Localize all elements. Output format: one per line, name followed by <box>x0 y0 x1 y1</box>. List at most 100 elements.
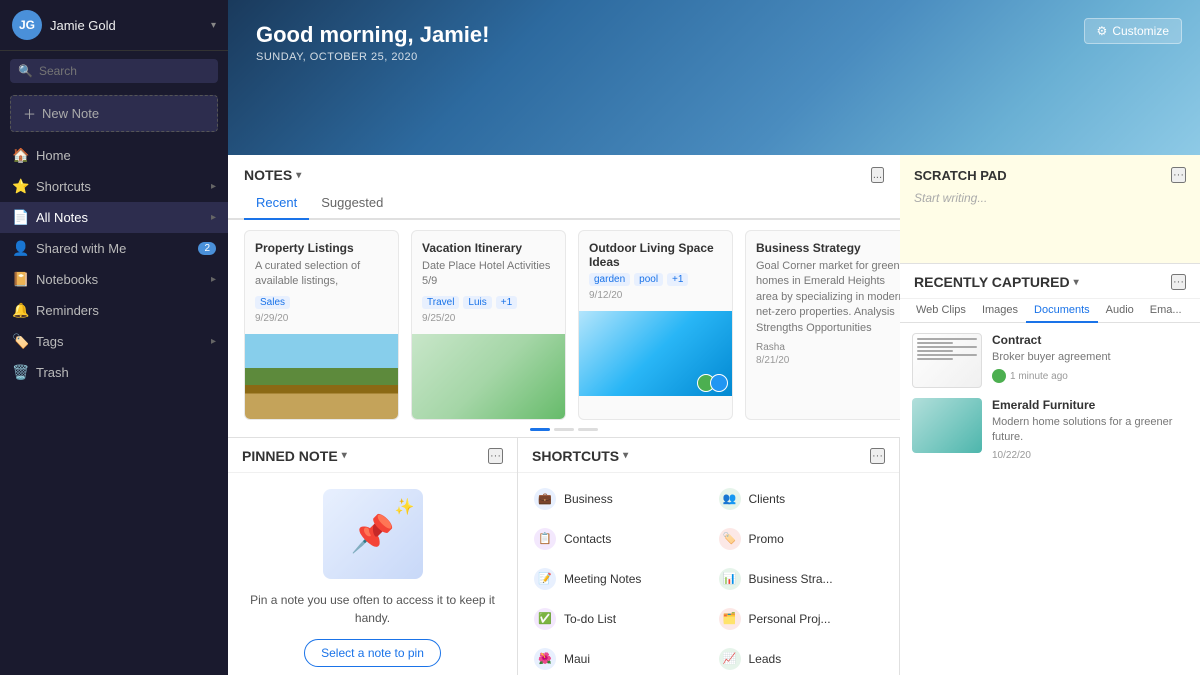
scratch-more-button[interactable]: ··· <box>1171 167 1186 183</box>
shortcut-item[interactable]: 🗂️ Personal Proj... <box>711 601 892 637</box>
business-icon: 💼 <box>534 488 556 510</box>
sidebar-item-trash[interactable]: 🗑️ Trash <box>0 357 228 388</box>
shortcuts-section: SHORTCUTS ▾ ··· 💼 Business 👥 Clients <box>518 438 900 675</box>
shortcut-item[interactable]: 📊 Business Stra... <box>711 561 892 597</box>
shortcut-label: Leads <box>749 652 782 666</box>
tab-images[interactable]: Images <box>974 299 1026 323</box>
notebooks-icon: 📔 <box>12 271 28 288</box>
search-icon: 🔍 <box>18 64 33 78</box>
pinned-note-section: PINNED NOTE ▾ ··· 📌 ✨ Pin a note you use… <box>228 438 518 675</box>
shortcut-label: Promo <box>749 532 784 546</box>
expand-icon: ▸ <box>211 274 216 285</box>
greeting-label: Good morning, Jamie! <box>256 22 489 48</box>
shortcut-item[interactable]: 🏷️ Promo <box>711 521 892 557</box>
tab-documents[interactable]: Documents <box>1026 299 1098 323</box>
image-thumbnail <box>912 398 982 453</box>
avatar <box>992 369 1006 383</box>
recently-captured-title: RECENTLY CAPTURED ▾ <box>914 274 1079 290</box>
plus-icon: ＋ <box>23 104 36 123</box>
sidebar-item-tags[interactable]: 🏷️ Tags ▸ <box>0 326 228 357</box>
list-item[interactable]: Contract Broker buyer agreement 1 minute… <box>912 333 1188 388</box>
sidebar-item-home[interactable]: 🏠 Home <box>0 140 228 171</box>
tab-suggested[interactable]: Suggested <box>309 189 395 220</box>
note-text: Goal Corner market for green homes in Em… <box>756 259 900 336</box>
scratch-body[interactable]: Start writing... <box>914 191 1186 251</box>
note-image <box>579 311 732 396</box>
settings-icon: ⚙ <box>1097 24 1108 38</box>
contacts-icon: 📋 <box>534 528 556 550</box>
item-meta: 10/22/20 <box>992 450 1188 461</box>
promo-icon: 🏷️ <box>719 528 741 550</box>
pinned-more-button[interactable]: ··· <box>488 448 503 464</box>
hero-text: Good morning, Jamie! SUNDAY, OCTOBER 25,… <box>256 22 489 63</box>
main-area: Good morning, Jamie! SUNDAY, OCTOBER 25,… <box>228 0 1200 675</box>
item-title: Emerald Furniture <box>992 398 1188 412</box>
notes-icon: 📄 <box>12 209 28 226</box>
note-card[interactable]: Outdoor Living Space Ideas gardenpool+1 … <box>578 230 733 420</box>
notes-scroll-area[interactable]: Property Listings A curated selection of… <box>228 220 900 424</box>
scroll-indicator <box>228 424 900 437</box>
shortcut-item[interactable]: 👥 Clients <box>711 481 892 517</box>
search-bar[interactable]: 🔍 <box>10 59 218 83</box>
item-description: Modern home solutions for a greener futu… <box>992 415 1188 446</box>
business-strategy-icon: 📊 <box>719 568 741 590</box>
sidebar-item-notebooks[interactable]: 📔 Notebooks ▸ <box>0 264 228 295</box>
list-item[interactable]: Emerald Furniture Modern home solutions … <box>912 398 1188 461</box>
sidebar: JG Jamie Gold ▾ 🔍 ＋ New Note 🏠 Home ⭐ Sh… <box>0 0 228 675</box>
recently-captured-more-button[interactable]: ··· <box>1171 274 1186 290</box>
shortcut-item[interactable]: 🌺 Maui <box>526 641 707 675</box>
sidebar-nav: 🏠 Home ⭐ Shortcuts ▸ 📄 All Notes ▸ 👤 Sha… <box>0 140 228 675</box>
tab-web-clips[interactable]: Web Clips <box>908 299 974 323</box>
search-input[interactable] <box>39 64 210 78</box>
note-text: Date Place Hotel Activities 5/9 <box>422 259 555 290</box>
scratch-pad-section: SCRATCH PAD ··· Start writing... <box>900 155 1200 264</box>
shortcut-item[interactable]: 📝 Meeting Notes <box>526 561 707 597</box>
pinned-note-title: PINNED NOTE ▾ <box>242 448 347 464</box>
note-date: 8/21/20 <box>756 355 900 366</box>
note-card[interactable]: Vacation Itinerary Date Place Hotel Acti… <box>411 230 566 420</box>
sidebar-header[interactable]: JG Jamie Gold ▾ <box>0 0 228 51</box>
tab-email[interactable]: Ema... <box>1142 299 1190 323</box>
tab-audio[interactable]: Audio <box>1098 299 1142 323</box>
chevron-down-icon: ▾ <box>211 20 216 31</box>
sidebar-item-shortcuts[interactable]: ⭐ Shortcuts ▸ <box>0 171 228 202</box>
pinned-note-body: 📌 ✨ Pin a note you use often to access i… <box>228 473 517 675</box>
sidebar-item-all-notes[interactable]: 📄 All Notes ▸ <box>0 202 228 233</box>
pin-description: Pin a note you use often to access it to… <box>244 591 501 627</box>
note-card[interactable]: Business Strategy Goal Corner market for… <box>745 230 900 420</box>
chevron-down-icon: ▾ <box>1074 277 1079 288</box>
notes-section-header: NOTES ▾ ... <box>228 155 900 189</box>
notes-more-button[interactable]: ... <box>871 167 884 183</box>
trash-icon: 🗑️ <box>12 364 28 381</box>
content-area: NOTES ▾ ... Recent Suggested Property Li… <box>228 155 1200 675</box>
sidebar-item-shared[interactable]: 👤 Shared with Me 2 <box>0 233 228 264</box>
note-title: Vacation Itinerary <box>422 241 555 255</box>
right-panel: SCRATCH PAD ··· Start writing... RECENTL… <box>900 155 1200 675</box>
item-title: Contract <box>992 333 1188 347</box>
shortcuts-more-button[interactable]: ··· <box>870 448 885 464</box>
hero-banner: Good morning, Jamie! SUNDAY, OCTOBER 25,… <box>228 0 1200 155</box>
note-title: Business Strategy <box>756 241 900 255</box>
shortcut-item[interactable]: 📈 Leads <box>711 641 892 675</box>
shortcut-item[interactable]: 💼 Business <box>526 481 707 517</box>
note-card[interactable]: Property Listings A curated selection of… <box>244 230 399 420</box>
notes-tabs: Recent Suggested <box>228 189 900 220</box>
recently-captured-section: RECENTLY CAPTURED ▾ ··· Web Clips Images… <box>900 264 1200 675</box>
tab-recent[interactable]: Recent <box>244 189 309 220</box>
expand-icon: ▸ <box>211 212 216 223</box>
customize-button[interactable]: ⚙ Customize <box>1084 18 1182 44</box>
shortcut-item[interactable]: ✅ To-do List <box>526 601 707 637</box>
note-text: A curated selection of available listing… <box>255 259 388 290</box>
sidebar-item-reminders[interactable]: 🔔 Reminders <box>0 295 228 326</box>
shortcuts-icon: ⭐ <box>12 178 28 195</box>
shortcut-item[interactable]: 📋 Contacts <box>526 521 707 557</box>
shared-icon: 👤 <box>12 240 28 257</box>
chevron-down-icon: ▾ <box>623 450 628 461</box>
note-date: 9/29/20 <box>255 313 388 324</box>
shortcut-label: Maui <box>564 652 590 666</box>
select-note-to-pin-button[interactable]: Select a note to pin <box>304 639 441 667</box>
shared-badge: 2 <box>198 242 216 255</box>
shortcuts-grid: 💼 Business 👥 Clients 📋 Contacts 🏷️ <box>518 473 899 675</box>
note-image <box>245 334 398 419</box>
new-note-button[interactable]: ＋ New Note <box>10 95 218 132</box>
